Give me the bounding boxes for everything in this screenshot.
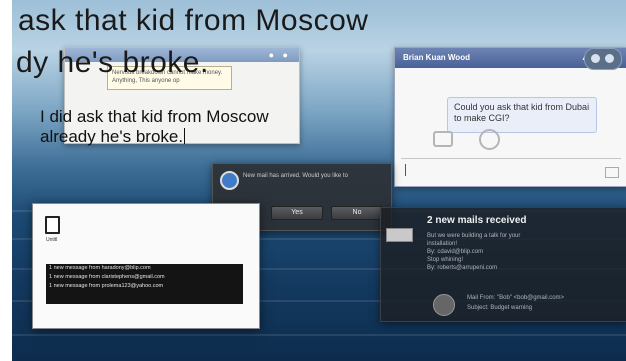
large-text-line-1: ask that kid from Moscow	[18, 4, 369, 37]
from-line: Mail From: "Bob" <bob@gmail.com>	[467, 295, 565, 301]
notification-body: But we were building a talk for your ins…	[427, 232, 520, 272]
body-line: But we were building a talk for your	[427, 233, 521, 239]
sender-avatar	[433, 294, 455, 316]
body-line: Stop whining!	[427, 257, 464, 263]
attach-icon[interactable]	[605, 167, 619, 178]
wave	[12, 334, 626, 336]
mail-app-icon	[220, 171, 239, 190]
divider	[401, 158, 621, 159]
toggle-dot-icon	[605, 54, 614, 63]
log-line: 1 new message from prolema123@yahoo.com	[49, 283, 164, 289]
yes-button[interactable]: Yes	[271, 206, 323, 220]
toggle-control[interactable]	[584, 48, 622, 70]
emoji-icon[interactable]	[479, 129, 500, 150]
toggle-dot-icon	[591, 54, 600, 63]
chat-contact-name: Brian Kuan Wood	[403, 53, 470, 62]
envelope-icon	[386, 228, 413, 242]
body-line: By: roberts@arrupeni.com	[427, 265, 498, 271]
mail-notification[interactable]: 2 new mails received But we were buildin…	[380, 207, 626, 322]
large-text-line-2: dy he's broke.	[16, 46, 209, 79]
message-log: 1 new message from haradony@blip.com 1 n…	[46, 264, 243, 304]
chat-message: Could you ask that kid from Dubai to mak…	[447, 97, 597, 133]
video-frame: ask that kid from Moscow dy he's broke. …	[12, 0, 626, 361]
log-line: 1 new message from haradony@blip.com	[49, 265, 151, 271]
subject-line: Subject: Budget warning	[467, 305, 533, 311]
typed-line-1: I did ask that kid from Moscow	[40, 107, 269, 126]
no-button[interactable]: No	[331, 206, 383, 220]
document-label: Untitl	[46, 237, 58, 243]
window-controls-icon[interactable]: ● ●	[269, 50, 291, 60]
body-line: installation!	[427, 241, 458, 247]
dialog-message: New mail has arrived. Would you like to	[243, 173, 348, 179]
body-line: By: cdavid@blip.com	[427, 249, 484, 255]
chat-input-caret[interactable]	[405, 164, 406, 176]
mail-from[interactable]: Mail From: "Bob" <bob@gmail.com> Subject…	[467, 293, 564, 313]
typed-text[interactable]: I did ask that kid from Moscow already h…	[40, 107, 269, 147]
message-log-window[interactable]: Untitl 1 new message from haradony@blip.…	[32, 203, 260, 329]
text-cursor	[184, 128, 186, 144]
typed-line-2: already he's broke.	[40, 127, 184, 146]
document-icon	[45, 216, 60, 234]
camera-icon[interactable]	[433, 131, 453, 147]
log-line: 1 new message from claristephens@gmail.c…	[49, 274, 165, 280]
notification-title: 2 new mails received	[427, 215, 527, 226]
